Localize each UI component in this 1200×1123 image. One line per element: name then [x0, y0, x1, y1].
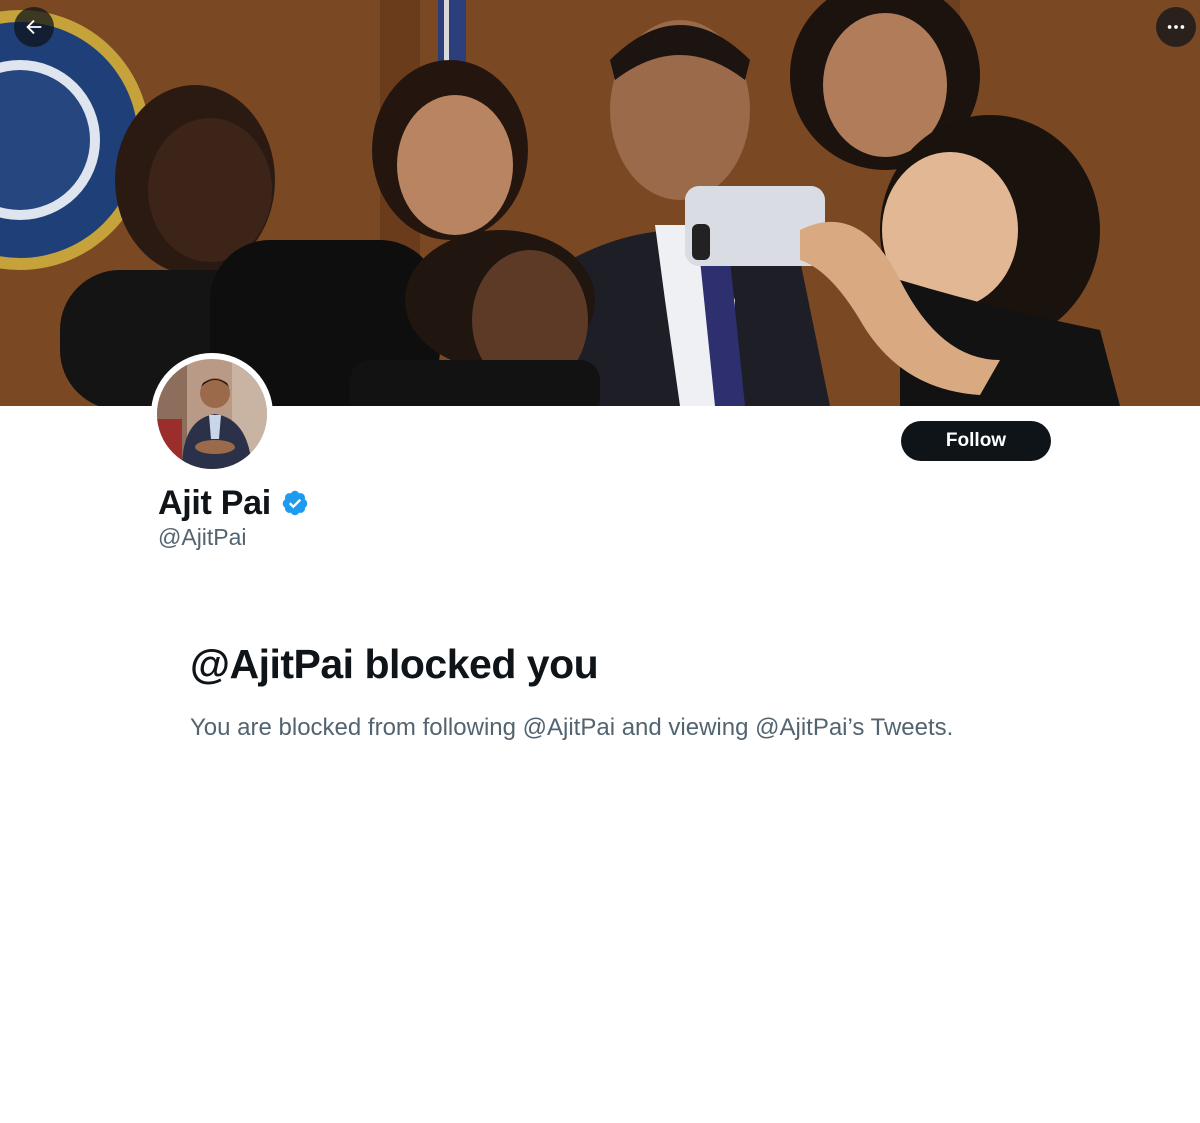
display-name-row: Ajit Pai	[158, 481, 309, 525]
display-name: Ajit Pai	[158, 483, 271, 522]
profile-avatar[interactable]	[151, 353, 273, 475]
profile-banner[interactable]	[0, 0, 1200, 406]
blocked-title: @AjitPai blocked you	[190, 641, 599, 687]
follow-button[interactable]: Follow	[901, 421, 1051, 461]
avatar-photo	[157, 359, 267, 469]
verified-badge-icon	[282, 490, 308, 516]
back-button[interactable]	[14, 7, 54, 47]
more-options-button[interactable]	[1156, 7, 1196, 47]
more-horizontal-icon	[1167, 25, 1185, 29]
profile-handle: @AjitPai	[158, 524, 247, 550]
blocked-message: You are blocked from following @AjitPai …	[190, 714, 954, 741]
arrow-left-icon	[26, 19, 42, 35]
banner-photo	[0, 0, 1200, 406]
